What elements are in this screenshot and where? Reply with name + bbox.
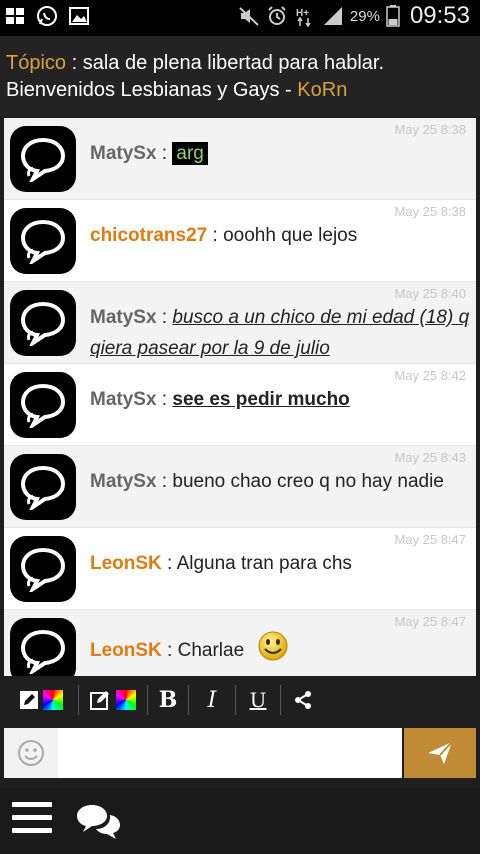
message-separator: : — [156, 307, 173, 328]
share-button[interactable] — [281, 683, 325, 717]
signal-icon — [322, 5, 344, 27]
chat-bubble-icon — [20, 547, 66, 592]
topic-banner: Tópico : sala de plena libertad para hab… — [0, 36, 480, 116]
color-palette-icon — [116, 690, 136, 710]
chat-bubbles-icon[interactable] — [74, 802, 122, 847]
nickname[interactable]: LeonSK — [90, 640, 162, 661]
avatar[interactable] — [10, 208, 76, 274]
chat-bubble-icon — [20, 629, 66, 674]
message-time: May 25 8:40 — [394, 286, 466, 301]
smiley-emoji-icon — [257, 630, 289, 672]
message-separator: : — [161, 640, 178, 662]
send-icon — [428, 741, 453, 764]
message-separator: : — [156, 143, 173, 164]
battery-percent: 29% — [349, 7, 380, 25]
menu-icon[interactable] — [12, 802, 52, 838]
chat-bubble-icon — [20, 465, 66, 510]
message-time: May 25 8:43 — [394, 450, 466, 465]
emoji-button[interactable] — [4, 728, 58, 778]
message-row: May 25 8:47 LeonSK : Alguna tran para ch… — [4, 528, 476, 610]
nickname[interactable]: LeonSK — [90, 553, 162, 574]
edit-box-icon — [90, 691, 109, 710]
message-separator: : — [161, 553, 177, 574]
message-time: May 25 8:38 — [394, 122, 466, 137]
avatar[interactable] — [10, 618, 76, 676]
message-time: May 25 8:38 — [394, 204, 466, 219]
gallery-icon — [68, 5, 90, 27]
avatar[interactable] — [10, 536, 76, 602]
message-input-row — [0, 724, 480, 784]
pencil-icon — [20, 691, 38, 709]
chat-bubble-icon — [20, 301, 66, 346]
bold-button[interactable]: B — [148, 683, 188, 717]
message-row: May 25 8:38 chicotrans27 : ooohh que lej… — [4, 200, 476, 282]
color-palette-icon — [43, 690, 63, 710]
nickname[interactable]: MatySx — [90, 143, 157, 164]
bottom-nav — [0, 788, 480, 854]
message-text: ooohh que lejos — [223, 225, 358, 246]
text-color-button[interactable] — [4, 683, 78, 717]
message-row: May 25 8:43 MatySx : bueno chao creo q n… — [4, 446, 476, 528]
avatar[interactable] — [10, 454, 76, 520]
chat-bubble-icon — [20, 219, 66, 264]
nickname[interactable]: chicotrans27 — [90, 225, 207, 246]
message-separator: : — [207, 225, 224, 246]
whatsapp-icon — [36, 5, 58, 27]
message-input-box — [4, 728, 402, 778]
svg-text:H+: H+ — [296, 8, 309, 19]
message-input[interactable] — [62, 736, 392, 770]
hplus-data-icon: H+ — [294, 5, 316, 28]
message-time: May 25 8:47 — [394, 532, 466, 547]
window-icon — [4, 5, 26, 27]
message-text: Charlae — [177, 640, 245, 662]
avatar[interactable] — [10, 126, 76, 192]
battery-icon — [386, 5, 400, 27]
message-time: May 25 8:47 — [394, 614, 466, 629]
avatar[interactable] — [10, 372, 76, 438]
message-row: May 25 8:40 MatySx : busco a un chico de… — [4, 282, 476, 364]
message-text: Alguna tran para chs — [176, 553, 352, 574]
topic-author: KoRn — [297, 79, 348, 101]
share-icon — [295, 691, 311, 709]
mute-icon — [238, 5, 260, 27]
message-time: May 25 8:42 — [394, 368, 466, 383]
alarm-icon — [266, 5, 288, 27]
message-row: May 25 8:38 MatySx : arg — [4, 118, 476, 200]
send-button[interactable] — [404, 728, 476, 778]
background-color-button[interactable] — [79, 683, 147, 717]
chat-list[interactable]: May 25 8:38 MatySx : arg May 25 8:38 chi… — [4, 118, 476, 676]
topic-label: Tópico — [6, 52, 67, 74]
nickname[interactable]: MatySx — [90, 389, 157, 410]
message-separator: : — [156, 389, 173, 410]
message-text: see es pedir mucho — [172, 389, 350, 410]
avatar[interactable] — [10, 290, 76, 356]
nickname[interactable]: MatySx — [90, 471, 157, 492]
topic-separator: : — [66, 52, 83, 74]
nickname[interactable]: MatySx — [90, 307, 157, 328]
underline-button[interactable]: U — [236, 683, 280, 717]
message-row: May 25 8:47 LeonSK : Charlae — [4, 610, 476, 676]
smiley-icon — [18, 740, 44, 766]
message-row: May 25 8:42 MatySx : see es pedir mucho — [4, 364, 476, 446]
message-text: arg — [172, 142, 208, 165]
format-toolbar: B I U — [4, 678, 476, 722]
chat-bubble-icon — [20, 137, 66, 182]
message-separator: : — [156, 471, 173, 492]
chat-bubble-icon — [20, 383, 66, 428]
status-bar: H+ 29% 09:53 — [0, 0, 480, 36]
message-text: bueno chao creo q no hay nadie — [172, 471, 444, 492]
italic-button[interactable]: I — [189, 683, 235, 717]
clock: 09:53 — [409, 2, 470, 29]
